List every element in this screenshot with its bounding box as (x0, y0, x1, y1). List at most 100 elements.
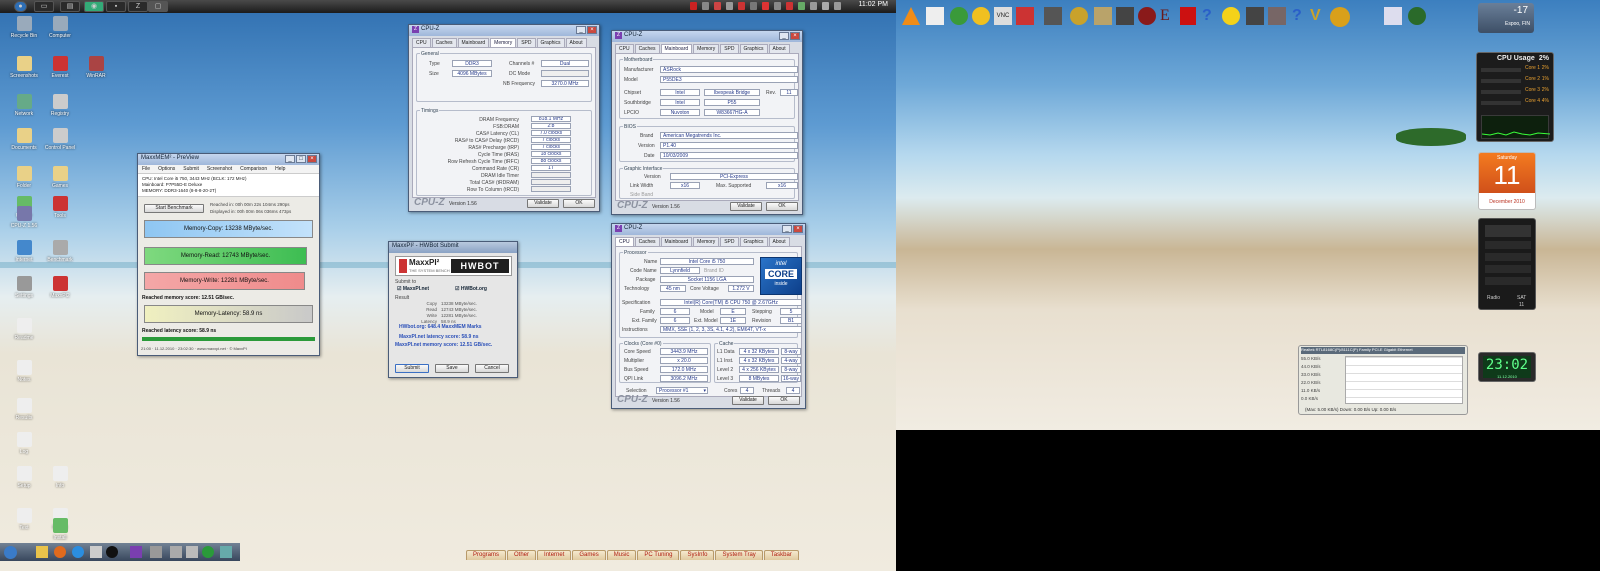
tab-cpu[interactable]: CPU (615, 44, 634, 53)
app-icon[interactable] (1044, 7, 1062, 25)
desktop-icon[interactable]: Registry (40, 94, 80, 126)
desktop-icon[interactable]: Control Panel (40, 128, 80, 160)
taskbar-clock[interactable]: 11:02 PM (859, 1, 888, 8)
app-icon[interactable] (1408, 7, 1426, 25)
close-button[interactable]: × (790, 32, 800, 40)
start-orb-icon[interactable] (4, 546, 17, 559)
start-benchmark-button[interactable]: Start Benchmark (144, 204, 204, 213)
tray-icon-9[interactable] (786, 2, 793, 10)
save-button[interactable]: Save (435, 364, 469, 373)
ie-icon[interactable] (72, 546, 84, 558)
dock-tab[interactable]: Games (572, 550, 606, 560)
menu-submit[interactable]: Submit (183, 166, 199, 172)
tab-spd[interactable]: SPD (720, 237, 739, 246)
app-icon[interactable] (1180, 7, 1196, 25)
desktop-icon[interactable]: Games (40, 166, 80, 198)
app-icon[interactable] (1070, 7, 1088, 25)
tab-memory[interactable]: Memory (693, 44, 720, 53)
tray-icon-7[interactable] (762, 2, 769, 10)
app-icon[interactable] (1094, 7, 1112, 25)
dock-tab[interactable]: Music (606, 550, 637, 560)
submit-hwbot-checkbox[interactable]: ☑ HWBot.org (455, 286, 487, 292)
vnc-icon[interactable]: VNC (994, 7, 1012, 25)
ok-button[interactable]: OK (766, 202, 798, 211)
app-icon[interactable] (1116, 7, 1134, 25)
terminal-icon[interactable]: ▪ (106, 1, 126, 12)
explorer-icon[interactable]: ▤ (60, 1, 80, 12)
menu-comparison[interactable]: Comparison (240, 166, 267, 172)
menu-options[interactable]: Options (158, 166, 175, 172)
dock-tab[interactable]: Internet (537, 550, 572, 560)
desktop-icon[interactable]: Screenshots (4, 56, 44, 88)
desktop-icon[interactable]: Benchmark (40, 240, 80, 272)
cancel-button[interactable]: Cancel (475, 364, 509, 373)
tab-caches[interactable]: Caches (634, 237, 660, 246)
menu-file[interactable]: File (142, 166, 150, 172)
tab-mainboard[interactable]: Mainboard (660, 237, 693, 246)
dock-tab[interactable]: System Tray (715, 550, 763, 560)
dock-tab[interactable]: Taskbar (763, 550, 799, 560)
desktop-icon[interactable]: Readme (4, 318, 44, 350)
browser-icon[interactable]: ◉ (84, 1, 104, 12)
desktop-icon[interactable]: Documents (4, 128, 44, 160)
submit-maxxpi-checkbox[interactable]: ☑ MaxxPI.net (397, 286, 429, 292)
device-icon[interactable] (170, 546, 182, 558)
tray-icon-6[interactable] (750, 2, 757, 10)
tool-icon[interactable] (150, 546, 162, 558)
desktop-icon[interactable]: Notes (4, 360, 44, 392)
app-icon[interactable] (926, 7, 944, 25)
app-icon[interactable] (90, 546, 102, 558)
close-button[interactable]: × (587, 26, 597, 34)
app-icon[interactable] (1384, 7, 1402, 25)
cpuz-taskbar-icon[interactable]: Z (128, 1, 148, 12)
firefox-icon[interactable] (54, 546, 66, 558)
tab-graphics[interactable]: Graphics (739, 237, 768, 246)
tray-icon-1[interactable] (690, 2, 697, 10)
desktop-icon[interactable]: WinRAR (76, 56, 116, 88)
app-icon[interactable] (972, 7, 990, 25)
desktop-icon[interactable]: CPU-Z 1.56 (4, 206, 44, 238)
app-icon[interactable] (950, 7, 968, 25)
tray-icon-4[interactable] (726, 2, 733, 10)
weather-gadget[interactable]: -17 Espoo, FIN (1478, 3, 1534, 33)
cpuz-icon[interactable] (130, 546, 142, 558)
wordpress-icon[interactable] (202, 546, 214, 558)
desktop-icon[interactable]: Tools (40, 196, 80, 228)
tray-icon-13[interactable] (834, 2, 841, 10)
desktop-icon[interactable]: Folder (4, 166, 44, 198)
desktop-icon[interactable]: Settings (4, 276, 44, 308)
tray-icon-10[interactable] (798, 2, 805, 10)
minimize-button[interactable]: _ (779, 32, 789, 40)
tab-memory[interactable]: Memory (490, 38, 517, 47)
desktop-icon[interactable]: Info (40, 466, 80, 498)
show-desktop-icon[interactable]: ▭ (34, 1, 54, 12)
tray-icon-5[interactable] (738, 2, 745, 10)
close-button[interactable]: × (307, 155, 317, 163)
app-icon[interactable] (1268, 7, 1286, 25)
tab-spd[interactable]: SPD (517, 38, 536, 47)
tray-icon-12[interactable] (822, 2, 829, 10)
desktop-icon[interactable]: Log (4, 432, 44, 464)
tab-caches[interactable]: Caches (431, 38, 457, 47)
tab-about[interactable]: About (768, 237, 790, 246)
maximize-button[interactable]: □ (296, 155, 306, 163)
active-window-icon[interactable]: ▢ (148, 1, 168, 12)
minimize-button[interactable]: _ (576, 26, 586, 34)
tab-graphics[interactable]: Graphics (739, 44, 768, 53)
tab-spd[interactable]: SPD (720, 44, 739, 53)
tab-cpu[interactable]: CPU (615, 237, 634, 246)
dock-tab[interactable]: SysInfo (680, 550, 715, 560)
minimize-button[interactable]: _ (285, 155, 295, 163)
wow-icon[interactable] (1330, 7, 1350, 27)
start-orb-icon[interactable]: ● (14, 1, 27, 12)
desktop-icon[interactable]: Recycle Bin (4, 16, 44, 48)
app-icon[interactable]: V (1310, 7, 1326, 25)
desktop-icon[interactable]: Results (4, 398, 44, 430)
ok-button[interactable]: OK (563, 199, 595, 208)
tab-about[interactable]: About (768, 44, 790, 53)
vlc-icon[interactable] (902, 7, 920, 25)
sync-icon[interactable] (220, 546, 232, 558)
desktop-icon[interactable]: MaxxPI2 (40, 276, 80, 308)
ok-button[interactable]: OK (768, 396, 800, 405)
help-icon[interactable]: ? (1292, 7, 1306, 25)
